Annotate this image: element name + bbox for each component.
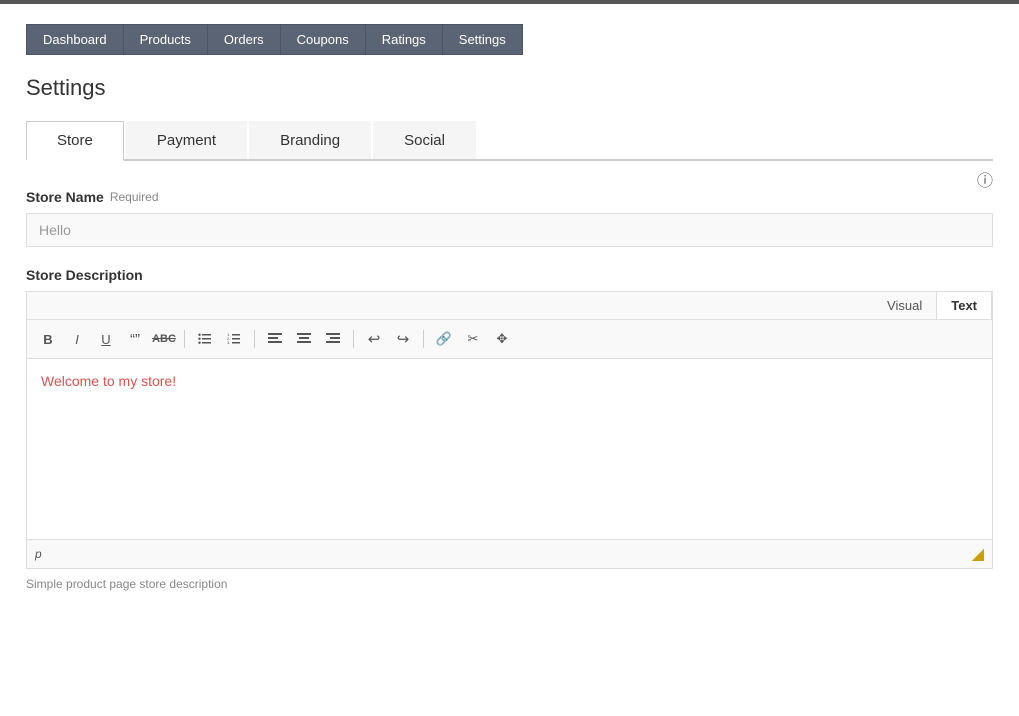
align-left-button[interactable]: [262, 326, 288, 352]
nav-item-settings[interactable]: Settings: [442, 24, 523, 55]
editor-body[interactable]: Welcome to my store!: [27, 359, 992, 539]
tab-branding[interactable]: Branding: [249, 121, 371, 159]
settings-tabs: Store Payment Branding Social: [26, 121, 993, 161]
editor-footer: p ◢: [27, 539, 992, 568]
store-name-section: Store Name Required ⓘ: [26, 189, 993, 247]
redo-button[interactable]: ↪: [390, 326, 416, 352]
editor-content: Welcome to my store!: [41, 373, 978, 389]
nav-bar: Dashboard Products Orders Coupons Rating…: [0, 4, 1019, 55]
tab-store[interactable]: Store: [26, 121, 124, 161]
italic-button[interactable]: I: [64, 326, 90, 352]
page-title: Settings: [26, 75, 993, 101]
toolbar-sep-4: [423, 330, 424, 348]
unlink-button[interactable]: ✂: [460, 326, 486, 352]
editor-resize-icon[interactable]: ◢: [972, 544, 984, 564]
toolbar-sep-1: [184, 330, 185, 348]
underline-button[interactable]: U: [93, 326, 119, 352]
store-desc-section: Store Description Visual Text B I U “” A…: [26, 267, 993, 591]
toolbar-sep-3: [353, 330, 354, 348]
nav-item-products[interactable]: Products: [123, 24, 207, 55]
fullscreen-button[interactable]: ✥: [489, 326, 515, 352]
editor-wrapper: Visual Text B I U “” ABC: [26, 291, 993, 569]
tab-payment[interactable]: Payment: [126, 121, 247, 159]
required-text: Required: [110, 190, 159, 204]
nav-item-dashboard[interactable]: Dashboard: [26, 24, 123, 55]
nav-item-orders[interactable]: Orders: [207, 24, 280, 55]
tab-social[interactable]: Social: [373, 121, 476, 159]
editor-tab-text[interactable]: Text: [936, 292, 992, 319]
store-name-input[interactable]: [26, 213, 993, 247]
bold-button[interactable]: B: [35, 326, 61, 352]
editor-tag: p: [35, 547, 42, 561]
nav-item-coupons[interactable]: Coupons: [280, 24, 365, 55]
svg-text:3.: 3.: [227, 340, 230, 345]
link-button[interactable]: 🔗: [431, 326, 457, 352]
undo-button[interactable]: ↩: [361, 326, 387, 352]
editor-toolbar: B I U “” ABC: [27, 320, 992, 359]
align-right-button[interactable]: [320, 326, 346, 352]
footer-note: Simple product page store description: [26, 577, 993, 591]
nav-item-ratings[interactable]: Ratings: [365, 24, 442, 55]
store-desc-label: Store Description: [26, 267, 993, 283]
align-center-button[interactable]: [291, 326, 317, 352]
blockquote-button[interactable]: “”: [122, 326, 148, 352]
info-icon[interactable]: ⓘ: [977, 167, 993, 191]
unordered-list-button[interactable]: [192, 326, 218, 352]
editor-tabs: Visual Text: [27, 292, 992, 320]
ordered-list-button[interactable]: 1. 2. 3.: [221, 326, 247, 352]
store-name-label: Store Name Required: [26, 189, 993, 205]
toolbar-sep-2: [254, 330, 255, 348]
strikethrough-button[interactable]: ABC: [151, 326, 177, 352]
editor-tab-visual[interactable]: Visual: [873, 292, 936, 319]
